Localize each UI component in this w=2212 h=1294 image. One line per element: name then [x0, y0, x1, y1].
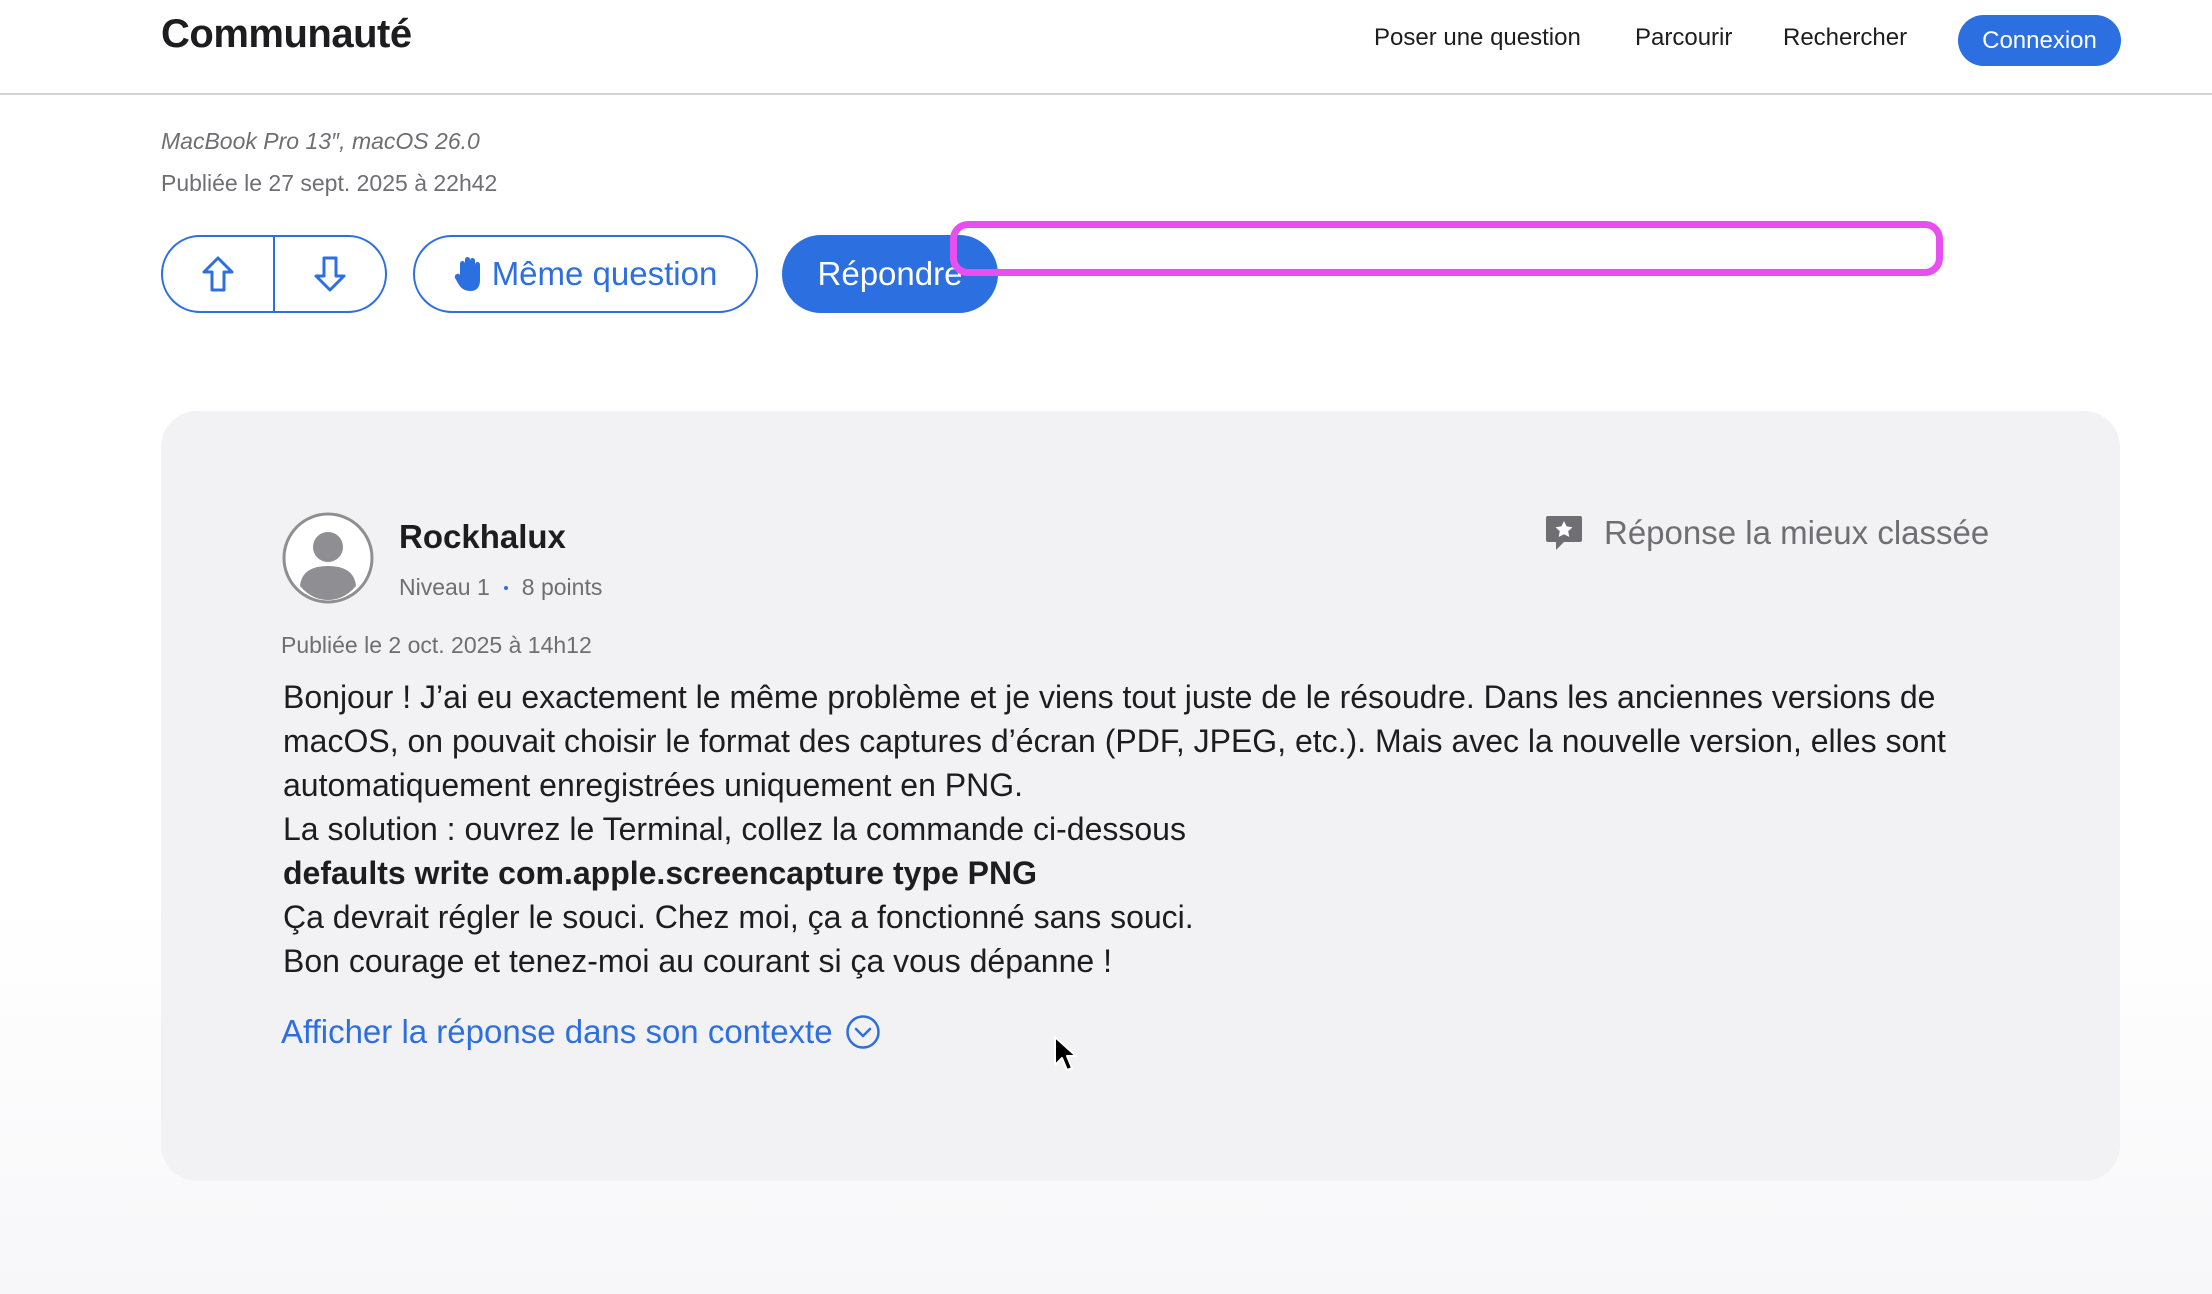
- view-in-context-link[interactable]: Afficher la réponse dans son contexte: [281, 1013, 881, 1051]
- answer-paragraph: Ça devrait régler le souci. Chez moi, ça…: [283, 899, 1194, 935]
- user-avatar-icon[interactable]: [282, 512, 374, 604]
- same-question-label: Même question: [491, 255, 718, 292]
- answer-paragraph: La solution : ouvrez le Terminal, collez…: [283, 811, 1186, 847]
- author-level-info: Niveau 1 8 points: [399, 574, 602, 601]
- author-points: 8 points: [521, 574, 603, 600]
- top-nav-bar: Communauté Poser une question Parcourir …: [0, 0, 2212, 95]
- nav-ask-question[interactable]: Poser une question: [1374, 24, 1581, 52]
- answer-paragraph: Bonjour ! J’ai eu exactement le même pro…: [283, 679, 1946, 803]
- nav-browse[interactable]: Parcourir: [1635, 24, 1732, 52]
- terminal-command: defaults write com.apple.screencapture t…: [283, 855, 1038, 891]
- best-answer-label: Réponse la mieux classée: [1604, 514, 1990, 551]
- star-bubble-icon: [1546, 516, 1582, 550]
- arrow-down-icon: [314, 256, 346, 292]
- raised-hand-icon: [454, 257, 480, 291]
- login-button[interactable]: Connexion: [1958, 15, 2121, 66]
- vote-buttons: [161, 235, 387, 313]
- question-posted-date: Publiée le 27 sept. 2025 à 22h42: [161, 170, 498, 196]
- page: Communauté Poser une question Parcourir …: [0, 0, 2212, 1294]
- device-info: MacBook Pro 13″, macOS 26.0: [161, 128, 480, 154]
- chevron-down-circle-icon: [845, 1015, 880, 1049]
- downvote-button[interactable]: [275, 237, 385, 311]
- brand-title[interactable]: Communauté: [161, 12, 412, 57]
- view-in-context-label: Afficher la réponse dans son contexte: [281, 1013, 833, 1050]
- answer-posted-date: Publiée le 2 oct. 2025 à 14h12: [281, 632, 592, 658]
- answer-paragraph: Bon courage et tenez-moi au courant si ç…: [283, 943, 1112, 979]
- same-question-button[interactable]: Même question: [413, 235, 758, 313]
- reply-button[interactable]: Répondre: [782, 235, 998, 313]
- nav-search[interactable]: Rechercher: [1783, 24, 1907, 52]
- answer-body: Bonjour ! J’ai eu exactement le même pro…: [283, 675, 2003, 983]
- separator-dot: [503, 585, 508, 590]
- answer-author[interactable]: Rockhalux: [399, 518, 566, 556]
- best-answer-badge: Réponse la mieux classée: [1544, 514, 1989, 552]
- author-level: Niveau 1: [399, 574, 490, 600]
- arrow-up-icon: [202, 256, 234, 292]
- annotation-highlight-box: [950, 221, 1943, 276]
- upvote-button[interactable]: [163, 237, 275, 311]
